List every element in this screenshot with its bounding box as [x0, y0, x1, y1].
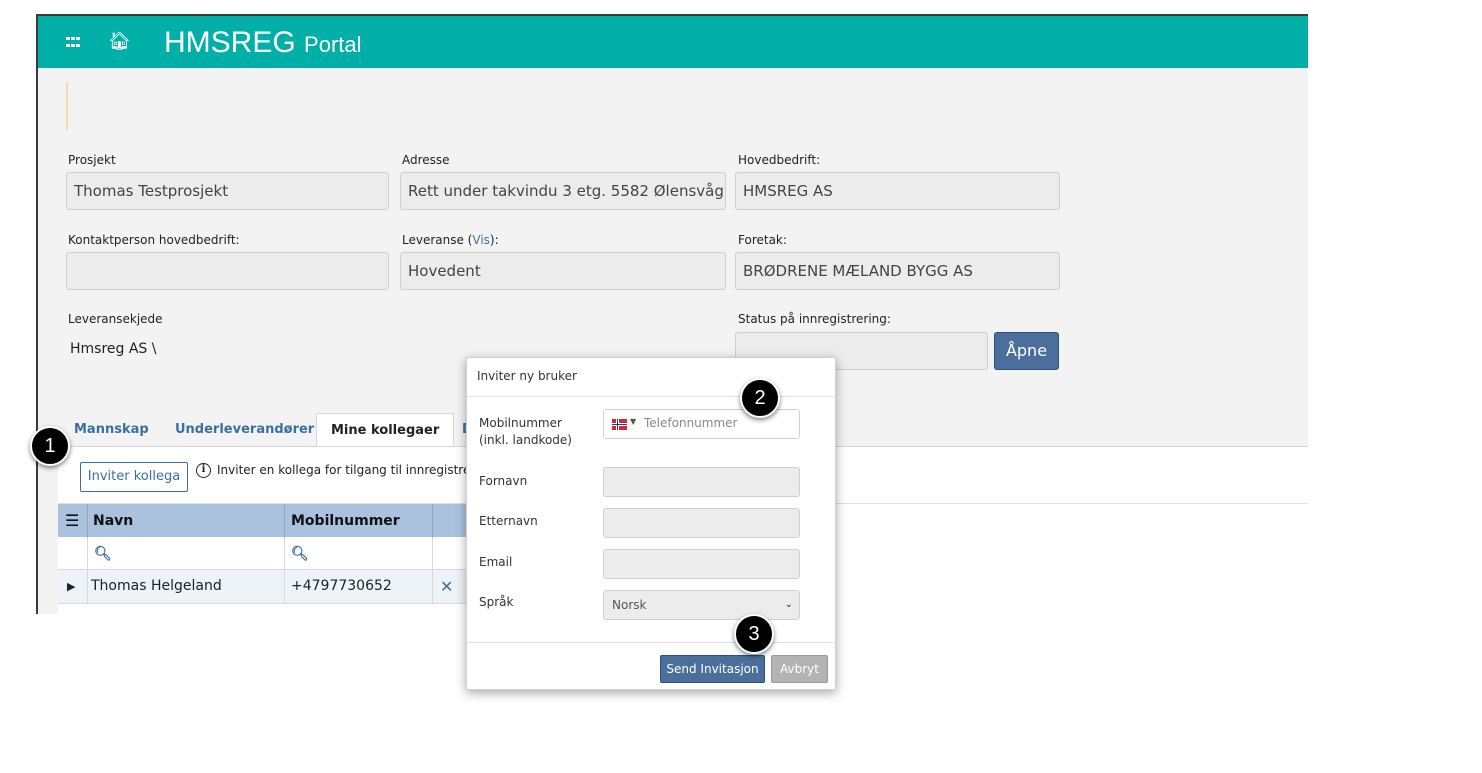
leveransekjede-value: Hmsreg AS \ [70, 341, 157, 357]
leveranse-field: Hovedent [400, 252, 726, 290]
sprak-label: Språk [479, 595, 514, 609]
modal-footer-divider [467, 642, 835, 643]
tab-mannskap[interactable]: Mannskap [74, 413, 149, 446]
chevron-down-icon: ⌄ [784, 599, 793, 610]
home-icon[interactable]: 🏠︎ [108, 31, 131, 53]
brand-title[interactable]: HMSREG Portal [164, 26, 362, 62]
etternavn-label: Etternavn [479, 514, 538, 528]
column-menu-icon[interactable]: ☰ [65, 504, 79, 538]
delete-icon[interactable]: ✕ [440, 570, 453, 603]
fornavn-label: Fornavn [479, 474, 528, 488]
brand-subtitle: Portal [304, 32, 362, 57]
invite-colleague-button[interactable]: Inviter kollega [80, 462, 188, 492]
email-label: Email [479, 555, 513, 569]
table-header: ☰ Navn Mobilnummer [58, 504, 470, 538]
callout-badge-1: 1 [30, 426, 70, 466]
column-header-navn[interactable]: Navn [93, 504, 133, 538]
mobil-label: Mobilnummer (inkl. landkode) [479, 416, 572, 447]
foretak-label: Foretak: [738, 233, 787, 247]
apne-button[interactable]: Åpne [994, 332, 1059, 370]
filter-row: 🔍︎ 🔍︎ [58, 538, 470, 570]
search-icon[interactable]: 🔍︎ [291, 546, 309, 562]
cancel-button[interactable]: Avbryt [771, 655, 828, 683]
phone-placeholder: Telefonnummer [644, 416, 738, 430]
send-invitation-button[interactable]: Send Invitasjon [660, 655, 765, 683]
cell-navn: Thomas Helgeland [91, 578, 222, 594]
tab-underleverandorer[interactable]: Underleverandører [175, 413, 314, 446]
fornavn-input[interactable] [603, 467, 800, 497]
invite-user-modal: Inviter ny bruker Mobilnummer (inkl. land… [466, 357, 836, 690]
foretak-field: BRØDRENE MÆLAND BYGG AS [735, 252, 1060, 290]
kontakt-label: Kontaktperson hovedbedrift: [68, 233, 240, 247]
chevron-down-icon[interactable]: ▼ [630, 417, 636, 426]
language-select[interactable]: Norsk ⌄ [603, 590, 800, 620]
callout-badge-3: 3 [734, 614, 774, 654]
info-text: Inviter en kollega for tilgang til innre… [217, 463, 471, 477]
info-icon: i [196, 463, 211, 478]
callout-badge-2: 2 [740, 378, 780, 418]
column-header-mobilnummer[interactable]: Mobilnummer [291, 504, 400, 538]
tab-mine-kollegaer[interactable]: Mine kollegaer [316, 413, 455, 447]
prosjekt-field: Thomas Testprosjekt [66, 172, 389, 210]
kontakt-field [66, 252, 389, 290]
grid-icon[interactable] [66, 37, 80, 49]
notice-bar [66, 82, 68, 130]
adresse-field: Rett under takvindu 3 etg. 5582 Ølensvåg [400, 172, 726, 210]
hovedbedrift-field: HMSREG AS [735, 172, 1060, 210]
modal-title: Inviter ny bruker [477, 369, 577, 383]
etternavn-input[interactable] [603, 508, 800, 538]
search-icon[interactable]: 🔍︎ [94, 546, 112, 562]
top-bar: 🏠︎ HMSREG Portal [38, 16, 1308, 68]
leveranse-label: Leveranse (Vis): [402, 233, 499, 247]
prosjekt-label: Prosjekt [68, 153, 116, 167]
expand-arrow-icon[interactable]: ▶ [67, 570, 75, 603]
vis-link[interactable]: Vis [472, 233, 490, 247]
adresse-label: Adresse [402, 153, 450, 167]
email-input[interactable] [603, 549, 800, 579]
hovedbedrift-label: Hovedbedrift: [738, 153, 821, 167]
table-row[interactable]: ▶ Thomas Helgeland +4797730652 ✕ [58, 570, 470, 604]
leveransekjede-label: Leveransekjede [68, 312, 163, 326]
cell-mobilnummer: +4797730652 [291, 578, 392, 594]
status-label: Status på innregistrering: [738, 312, 891, 326]
norway-flag-icon[interactable] [612, 419, 627, 430]
